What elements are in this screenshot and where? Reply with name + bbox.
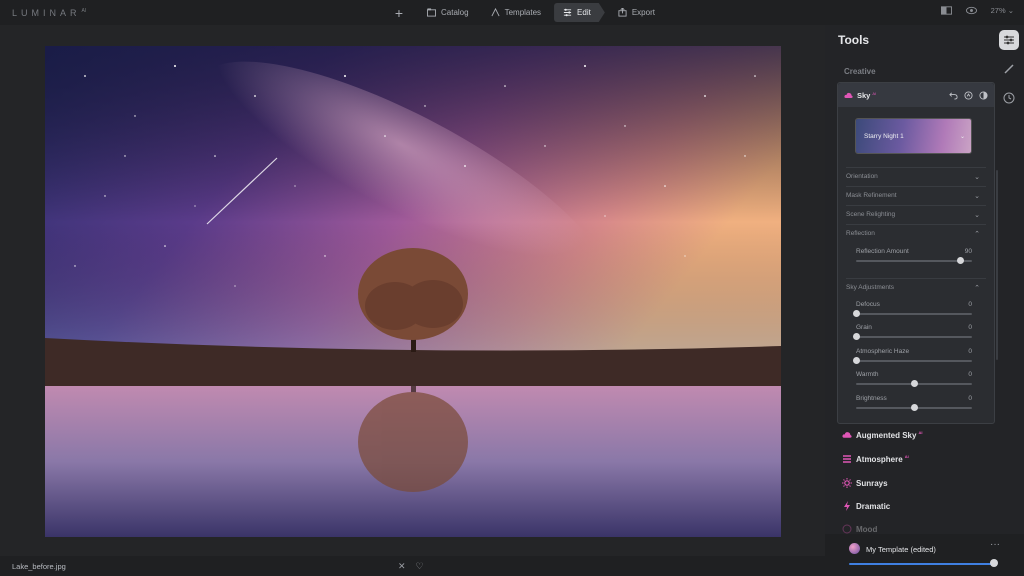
tools-tab[interactable] xyxy=(999,30,1019,50)
template-thumbnail xyxy=(849,543,860,554)
template-amount-slider[interactable] xyxy=(849,563,993,565)
nav-edit[interactable]: Edit xyxy=(554,3,605,22)
chevron-down-icon: ⌄ xyxy=(974,173,980,181)
sliders-icon xyxy=(1004,35,1014,45)
cloud-icon xyxy=(842,432,852,438)
template-name: My Template (edited) xyxy=(866,545,936,554)
slider-handle[interactable] xyxy=(990,559,998,567)
photo-actions: ✕ ♡ xyxy=(398,561,424,572)
chevron-down-icon: ⌄ xyxy=(959,134,965,140)
eye-icon[interactable] xyxy=(965,6,977,15)
panel-title: Tools xyxy=(838,33,870,47)
tool-sunrays[interactable]: Sunrays xyxy=(842,478,888,488)
slider-handle[interactable] xyxy=(852,310,860,317)
top-bar: LUMINARAI + Catalog Templates Edit Expor… xyxy=(0,0,1024,25)
chevron-up-icon: ⌃ xyxy=(974,230,980,238)
sky-tool-header[interactable]: Sky AI xyxy=(838,83,994,107)
export-icon xyxy=(618,8,627,17)
history-tab[interactable] xyxy=(999,88,1019,108)
file-name: Lake_before.jpg xyxy=(12,562,66,571)
reset-icon[interactable] xyxy=(964,90,973,100)
edit-sliders-icon xyxy=(563,8,572,17)
view-controls: 27% ⌄ xyxy=(940,6,1014,15)
compare-icon[interactable] xyxy=(940,6,952,15)
slider-handle[interactable] xyxy=(910,380,918,387)
sun-icon xyxy=(842,478,852,488)
slider-handle[interactable] xyxy=(910,404,918,411)
starry-lake-photo xyxy=(45,46,781,537)
brush-tab[interactable] xyxy=(999,59,1019,79)
slider-handle[interactable] xyxy=(852,357,860,364)
cloud-icon xyxy=(844,92,853,98)
section-creative: Creative xyxy=(844,67,876,76)
lightning-icon xyxy=(844,501,850,511)
atmosphere-icon xyxy=(843,455,851,463)
nav-catalog[interactable]: Catalog xyxy=(418,3,478,22)
template-bar: My Template (edited) ··· xyxy=(825,534,1024,576)
main-nav: + Catalog Templates Edit Export xyxy=(390,3,664,22)
panel-scrollbar[interactable] xyxy=(996,170,998,360)
tool-atmosphere[interactable]: Atmosphere AI xyxy=(842,454,909,464)
ai-badge: AI xyxy=(872,91,877,96)
tool-mood[interactable]: Mood xyxy=(842,524,877,534)
section-scene-relighting[interactable]: Scene Relighting ⌄ xyxy=(846,205,986,223)
section-reflection[interactable]: Reflection ⌃ xyxy=(846,224,986,242)
templates-icon xyxy=(491,8,500,17)
nav-export[interactable]: Export xyxy=(609,3,664,22)
slider-handle[interactable] xyxy=(852,333,860,340)
image-canvas xyxy=(0,25,825,556)
clock-icon xyxy=(1003,92,1015,104)
section-mask-refinement[interactable]: Mask Refinement ⌄ xyxy=(846,186,986,204)
tool-category-bar xyxy=(998,30,1020,108)
chevron-up-icon: ⌃ xyxy=(974,284,980,292)
heart-icon[interactable]: ♡ xyxy=(416,561,424,572)
tools-panel: Tools Creative Sky AI Starry Night 1 ⌄ O… xyxy=(825,25,1024,576)
tool-augmented-sky[interactable]: Augmented Sky AI xyxy=(842,430,922,440)
undo-icon[interactable] xyxy=(949,91,958,100)
nav-templates[interactable]: Templates xyxy=(482,3,550,22)
section-sky-adjustments[interactable]: Sky Adjustments ⌃ xyxy=(846,278,986,296)
photo-preview[interactable] xyxy=(45,46,781,537)
app-logo: LUMINARAI xyxy=(12,8,87,18)
sky-tool-name: Sky xyxy=(857,90,871,100)
bottom-bar: Lake_before.jpg ✕ ♡ xyxy=(0,556,825,576)
chevron-down-icon: ⌄ xyxy=(974,192,980,200)
reject-icon[interactable]: ✕ xyxy=(398,561,406,572)
section-orientation[interactable]: Orientation ⌄ xyxy=(846,167,986,185)
catalog-icon xyxy=(427,8,436,17)
sky-preset-selector[interactable]: Starry Night 1 ⌄ xyxy=(855,118,972,154)
chevron-down-icon: ⌄ xyxy=(974,211,980,219)
slider-handle[interactable] xyxy=(956,257,964,264)
toggle-visibility-icon[interactable] xyxy=(979,90,988,100)
sky-tool-card: Sky AI Starry Night 1 ⌄ Orientation ⌄ Mas… xyxy=(837,82,995,424)
tool-dramatic[interactable]: Dramatic xyxy=(842,501,890,511)
add-photos-button[interactable]: + xyxy=(390,4,408,22)
mood-icon xyxy=(842,524,852,534)
brush-icon xyxy=(1004,64,1014,74)
more-options-icon[interactable]: ··· xyxy=(990,539,1000,550)
zoom-level[interactable]: 27% ⌄ xyxy=(991,6,1014,15)
